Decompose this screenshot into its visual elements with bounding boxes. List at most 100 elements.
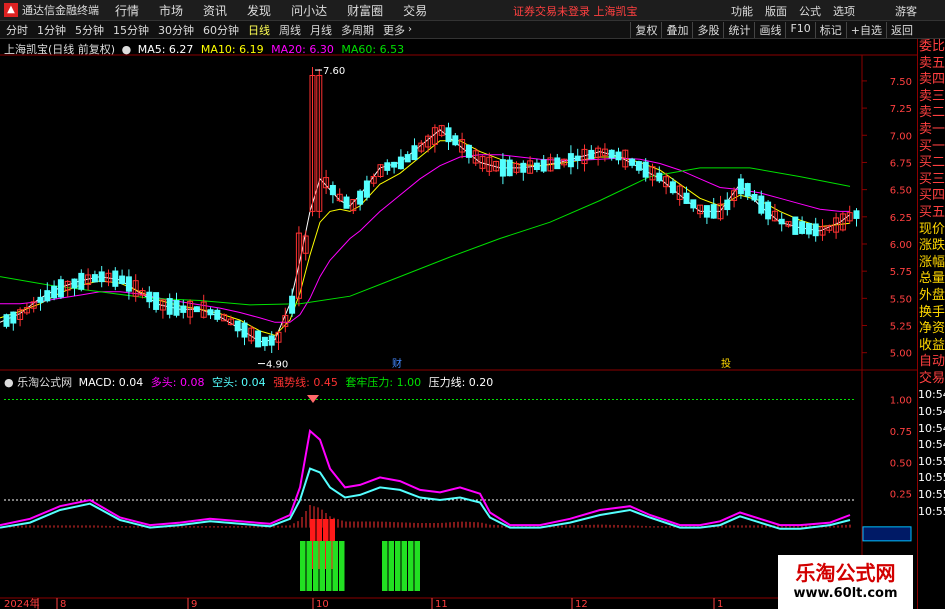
ma60-label: MA60: 6.53 — [341, 43, 405, 56]
side-item[interactable]: 卖一 — [918, 122, 945, 139]
side-item[interactable]: 涨跌 — [918, 238, 945, 255]
qiang-label: 强势线: 0.45 — [273, 376, 338, 389]
side-item[interactable]: 卖五 — [918, 56, 945, 73]
candle-body — [125, 276, 132, 292]
menu-jiaoyi[interactable]: 交易 — [403, 2, 427, 19]
tool-biaoji[interactable]: 标记 — [814, 22, 846, 38]
menu-caifuquan[interactable]: 财富圈 — [347, 2, 383, 19]
tool-fuquan[interactable]: 复权 — [630, 22, 661, 38]
period-weekly[interactable]: 周线 — [279, 22, 301, 38]
main-legend: 上海凯宝(日线 前复权) ● MA5: 6.27 MA10: 6.19 MA20… — [4, 41, 404, 57]
menu-shichang[interactable]: 市场 — [159, 2, 183, 19]
tool-f10[interactable]: F10 — [785, 22, 814, 38]
signal-green-bar — [339, 541, 345, 591]
price-tick-label: 7.25 — [890, 104, 912, 115]
candle-body — [153, 292, 160, 310]
side-item[interactable]: 10:55 — [918, 504, 945, 521]
menu-hangqing[interactable]: 行情 — [115, 2, 139, 19]
side-item[interactable]: 买二 — [918, 155, 945, 172]
side-item[interactable]: 总量 — [918, 271, 945, 288]
menu-gongneng[interactable]: 功能 — [731, 3, 753, 19]
side-item[interactable]: 自动 — [918, 354, 945, 371]
period-fenshi[interactable]: 分时 — [6, 22, 28, 38]
period-daily[interactable]: 日线 — [248, 22, 270, 38]
settings-icon[interactable]: ● — [122, 43, 132, 56]
menu-youke[interactable]: 游客 — [895, 3, 917, 19]
side-item[interactable]: 委比 — [918, 39, 945, 56]
candle-body — [119, 275, 126, 285]
tao-label: 套牢压力: 1.00 — [345, 376, 422, 389]
side-item[interactable]: 交易 — [918, 371, 945, 388]
candle-body — [411, 145, 418, 161]
tool-zixuan[interactable]: +自选 — [845, 22, 886, 38]
candle-body — [635, 161, 642, 171]
indicator-tick-label: 0.25 — [890, 490, 912, 501]
side-item[interactable]: 10:54 — [918, 404, 945, 421]
tool-huaxian[interactable]: 画线 — [754, 22, 785, 38]
candle-body — [805, 222, 812, 235]
candle-body — [812, 223, 819, 237]
side-item[interactable]: 卖三 — [918, 89, 945, 106]
cai-marker: 财 — [392, 357, 402, 370]
candle-body — [703, 205, 710, 218]
period-15min[interactable]: 15分钟 — [113, 22, 149, 38]
side-item[interactable]: 10:55 — [918, 470, 945, 487]
kline-chart[interactable]: 7.50 7.25 7.00 6.75 6.50 6.25 6.00 5.75 5.50 5.25… — [0, 39, 917, 609]
candle-body — [540, 159, 547, 172]
tool-duogu[interactable]: 多股 — [692, 22, 723, 38]
side-item[interactable]: 现价 — [918, 222, 945, 239]
tool-diejia[interactable]: 叠加 — [661, 22, 692, 38]
side-item[interactable]: 买一 — [918, 139, 945, 156]
side-item[interactable]: 买三 — [918, 172, 945, 189]
ma20-label: MA20: 6.30 — [271, 43, 334, 56]
candle-body — [3, 314, 10, 327]
period-more[interactable]: 更多 — [383, 22, 405, 38]
side-item[interactable]: 10:54 — [918, 421, 945, 438]
side-item[interactable]: 买五 — [918, 205, 945, 222]
candle-body — [57, 279, 64, 298]
period-5min[interactable]: 5分钟 — [75, 22, 104, 38]
side-item[interactable]: 10:54 — [918, 387, 945, 404]
menu-gongshi[interactable]: 公式 — [799, 3, 821, 19]
side-item[interactable]: 10:55 — [918, 487, 945, 504]
period-60min[interactable]: 60分钟 — [203, 22, 239, 38]
candle-body — [193, 306, 200, 313]
side-item[interactable]: 换手 — [918, 305, 945, 322]
indicator-tick-label: 0.50 — [890, 458, 912, 469]
tool-fanhui[interactable]: 返回 — [886, 22, 917, 38]
settings-icon[interactable]: ● — [4, 376, 14, 389]
signal-green-bar — [319, 541, 325, 591]
tool-tongji[interactable]: 统计 — [723, 22, 754, 38]
stock-name[interactable]: 上海凯宝(日线 前复权) — [4, 43, 115, 56]
side-item[interactable]: 买四 — [918, 188, 945, 205]
candle-body — [452, 135, 459, 146]
menu-zixun[interactable]: 资讯 — [203, 2, 227, 19]
candle-body — [853, 210, 860, 219]
candle-body — [166, 298, 173, 315]
candle-body — [78, 272, 85, 290]
side-item[interactable]: 外盘 — [918, 288, 945, 305]
candle-body — [343, 196, 350, 209]
menu-xuanxiang[interactable]: 选项 — [833, 3, 855, 19]
period-30min[interactable]: 30分钟 — [158, 22, 194, 38]
side-item[interactable]: 10:54 — [918, 437, 945, 454]
candle-body — [792, 216, 799, 235]
candle-body — [329, 184, 336, 196]
side-item[interactable]: 卖四 — [918, 72, 945, 89]
menu-banmian[interactable]: 版面 — [765, 3, 787, 19]
login-notice[interactable]: 证券交易未登录 上海凯宝 — [513, 3, 638, 19]
side-item[interactable]: 10:55 — [918, 454, 945, 471]
app-logo-icon: ▲ — [4, 3, 18, 17]
period-monthly[interactable]: 月线 — [310, 22, 332, 38]
period-1min[interactable]: 1分钟 — [37, 22, 66, 38]
menu-wenxiaoda[interactable]: 问小达 — [291, 2, 327, 19]
period-multi[interactable]: 多周期 — [341, 22, 374, 38]
side-item[interactable]: 卖二 — [918, 105, 945, 122]
menu-faxian[interactable]: 发现 — [247, 2, 271, 19]
side-item[interactable]: 涨幅 — [918, 255, 945, 272]
candle-body — [751, 193, 758, 201]
side-item[interactable]: 净资 — [918, 321, 945, 338]
side-item[interactable]: 收益 — [918, 338, 945, 355]
chevron-right-icon[interactable]: › — [408, 24, 412, 35]
indicator-name[interactable]: 乐淘公式网 — [17, 376, 72, 389]
